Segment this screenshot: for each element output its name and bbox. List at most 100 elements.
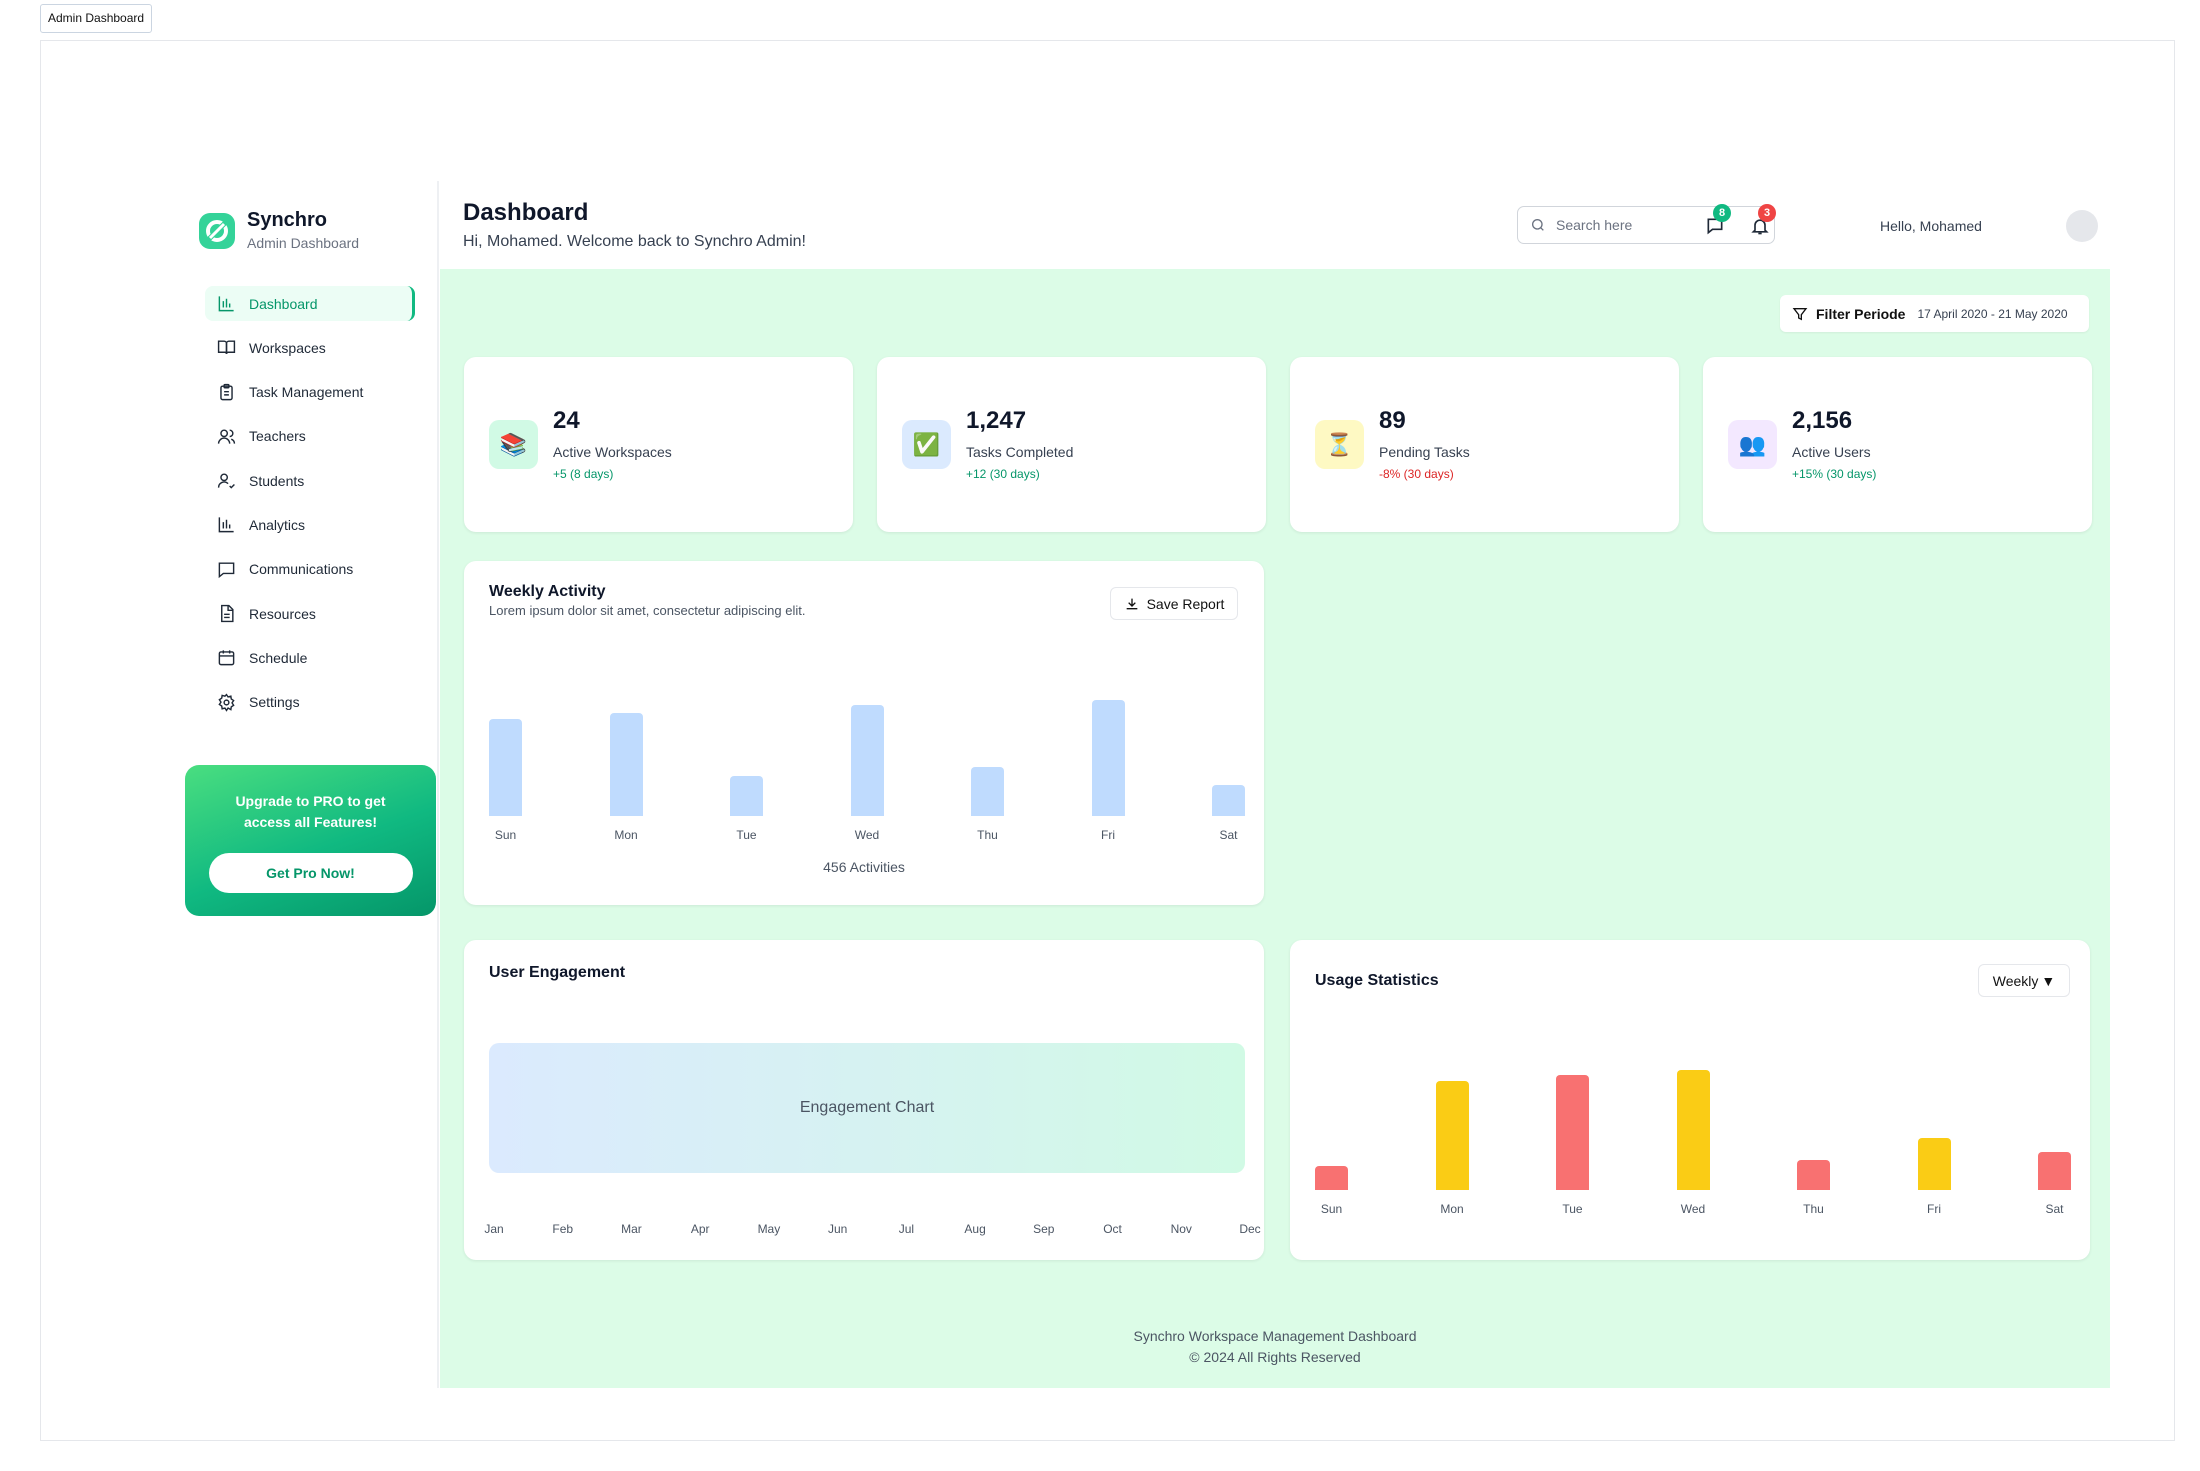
sidebar-item-settings[interactable]: Settings bbox=[205, 685, 415, 720]
chart-bar[interactable] bbox=[1435, 1080, 1469, 1190]
chart-bar[interactable] bbox=[971, 767, 1004, 816]
chart-bar[interactable] bbox=[609, 713, 643, 816]
sidebar: Synchro Admin Dashboard Dashboard Worksp… bbox=[181, 181, 439, 1388]
chart-bar[interactable] bbox=[1212, 784, 1245, 816]
sidebar-item-analytics[interactable]: Analytics bbox=[205, 507, 415, 542]
file-text-icon bbox=[221, 604, 234, 623]
bar-chart-icon bbox=[218, 296, 234, 312]
chart-bar[interactable] bbox=[1676, 1069, 1710, 1190]
month-tick: Aug bbox=[964, 1222, 986, 1236]
stat-card-active-workspaces[interactable]: 📚 24 Active Workspaces +5 (8 days) bbox=[464, 357, 853, 532]
footer-copyright: © 2024 All Rights Reserved bbox=[1189, 1349, 1361, 1365]
users-icon bbox=[217, 429, 236, 444]
message-square-icon bbox=[218, 562, 235, 578]
sidebar-item-students[interactable]: Students bbox=[205, 463, 415, 498]
promo-text: Upgrade to PRO to get access all Feature… bbox=[235, 793, 386, 830]
caret-down-icon: ▼ bbox=[2041, 972, 2056, 989]
chart-bar[interactable] bbox=[1315, 1166, 1348, 1190]
upgrade-promo-card: Upgrade to PRO to get access all Feature… bbox=[185, 765, 436, 916]
chart-bar[interactable] bbox=[850, 705, 884, 816]
notifications-button[interactable]: 3 bbox=[1750, 204, 1776, 236]
stat-value: 89 bbox=[1379, 407, 1406, 434]
x-axis-tick: Sat bbox=[1219, 828, 1238, 842]
filter-range: 17 April 2020 - 21 May 2020 bbox=[1917, 306, 2068, 321]
month-tick: Oct bbox=[1103, 1222, 1122, 1236]
stat-label: Pending Tasks bbox=[1379, 444, 1470, 460]
chart-bar[interactable] bbox=[1917, 1137, 1951, 1190]
sidebar-item-label: Teachers bbox=[249, 428, 306, 445]
sidebar-item-schedule[interactable]: Schedule bbox=[205, 640, 415, 675]
download-icon bbox=[1126, 598, 1137, 609]
chart-bar[interactable] bbox=[1091, 699, 1125, 816]
sidebar-item-teachers[interactable]: Teachers bbox=[205, 419, 415, 454]
book-open-icon bbox=[217, 340, 236, 355]
window-tab[interactable]: Admin Dashboard bbox=[40, 4, 153, 33]
x-axis-tick: Tue bbox=[736, 828, 757, 842]
page-subtitle: Hi, Mohamed. Welcome back to Synchro Adm… bbox=[463, 233, 806, 250]
users-group-icon: 👥 bbox=[1728, 420, 1777, 469]
sidebar-item-dashboard[interactable]: Dashboard bbox=[205, 286, 415, 321]
avatar[interactable] bbox=[2066, 210, 2098, 242]
bar-chart-icon bbox=[218, 517, 234, 533]
x-axis-tick: Sun bbox=[494, 828, 517, 842]
card-title: Usage Statistics bbox=[1315, 972, 1439, 989]
card-title: User Engagement bbox=[489, 964, 626, 981]
sidebar-item-label: Workspaces bbox=[249, 339, 326, 356]
gear-icon bbox=[218, 693, 235, 712]
clipboard-icon bbox=[220, 383, 233, 400]
stat-card-active-users[interactable]: 👥 2,156 Active Users +15% (30 days) bbox=[1703, 357, 2092, 532]
user-engagement-card: User Engagement Engagement Chart Jan Feb M… bbox=[464, 940, 1264, 1260]
chart-bar[interactable] bbox=[730, 775, 763, 816]
x-axis-tick: Mon bbox=[1440, 1202, 1464, 1216]
sidebar-item-resources[interactable]: Resources bbox=[205, 596, 415, 631]
month-tick: Jun bbox=[827, 1222, 848, 1236]
sidebar-item-label: Analytics bbox=[249, 516, 306, 533]
stat-change: +15% (30 days) bbox=[1792, 467, 1877, 481]
month-tick: May bbox=[757, 1222, 781, 1236]
stat-change: +12 (30 days) bbox=[966, 467, 1040, 481]
user-greeting[interactable]: Hello, Mohamed bbox=[1880, 218, 1982, 234]
month-tick: Jan bbox=[484, 1222, 504, 1236]
sidebar-item-label: Task Management bbox=[249, 384, 364, 401]
sidebar-item-label: Dashboard bbox=[249, 295, 318, 312]
weekly-activity-card: Weekly Activity Lorem ipsum dolor sit am… bbox=[464, 561, 1264, 905]
messages-button[interactable]: 8 bbox=[1705, 204, 1731, 236]
sidebar-item-communications[interactable]: Communications bbox=[205, 552, 415, 587]
top-header: Dashboard Hi, Mohamed. Welcome back to S… bbox=[439, 181, 2110, 269]
app-shell: Synchro Admin Dashboard Dashboard Worksp… bbox=[181, 181, 2110, 1388]
x-axis-tick: Thu bbox=[977, 828, 998, 842]
stat-card-pending-tasks[interactable]: ⏳ 89 Pending Tasks -8% (30 days) bbox=[1290, 357, 1679, 532]
save-report-button[interactable]: Save Report bbox=[1110, 587, 1238, 620]
x-axis-tick: Fri bbox=[1927, 1202, 1941, 1216]
stat-label: Active Users bbox=[1792, 444, 1871, 460]
chart-bar[interactable] bbox=[1797, 1160, 1830, 1190]
save-report-label: Save Report bbox=[1146, 595, 1225, 612]
search-box[interactable] bbox=[1517, 206, 1775, 244]
stat-card-tasks-completed[interactable]: ✅ 1,247 Tasks Completed +12 (30 days) bbox=[877, 357, 1266, 532]
month-tick: Dec bbox=[1239, 1222, 1261, 1236]
get-pro-button[interactable]: Get Pro Now! bbox=[208, 853, 413, 893]
footer: Synchro Workspace Management Dashboard ©… bbox=[440, 1326, 2110, 1368]
period-select[interactable]: Weekly ▼ bbox=[1978, 964, 2070, 997]
chart-bar[interactable] bbox=[1556, 1074, 1589, 1190]
brand[interactable]: Synchro Admin Dashboard bbox=[197, 209, 359, 252]
chart-bar[interactable] bbox=[489, 718, 522, 816]
stat-change: -8% (30 days) bbox=[1379, 467, 1454, 481]
search-icon bbox=[1532, 219, 1544, 231]
month-tick: Nov bbox=[1170, 1222, 1192, 1236]
x-axis-tick: Sat bbox=[2045, 1202, 2064, 1216]
usage-statistics-card: Usage Statistics Weekly ▼ Sun Mon Tue Wed Th… bbox=[1290, 940, 2090, 1260]
sidebar-item-label: Schedule bbox=[249, 649, 308, 666]
sidebar-item-workspaces[interactable]: Workspaces bbox=[205, 330, 415, 365]
notifications-badge: 3 bbox=[1758, 204, 1776, 222]
filter-icon bbox=[1792, 307, 1808, 320]
x-axis-tick: Wed bbox=[1680, 1202, 1706, 1216]
browser-frame: Synchro Admin Dashboard Dashboard Worksp… bbox=[40, 40, 2175, 1441]
chart-bar[interactable] bbox=[2038, 1151, 2071, 1190]
filter-periode-button[interactable]: Filter Periode 17 April 2020 - 21 May 20… bbox=[1780, 295, 2089, 332]
stat-value: 2,156 bbox=[1792, 407, 1853, 434]
card-subtitle: Lorem ipsum dolor sit amet, consectetur … bbox=[489, 603, 806, 618]
month-tick: Apr bbox=[690, 1222, 710, 1236]
x-axis-tick: Wed bbox=[854, 828, 880, 842]
sidebar-item-task-management[interactable]: Task Management bbox=[205, 375, 415, 410]
